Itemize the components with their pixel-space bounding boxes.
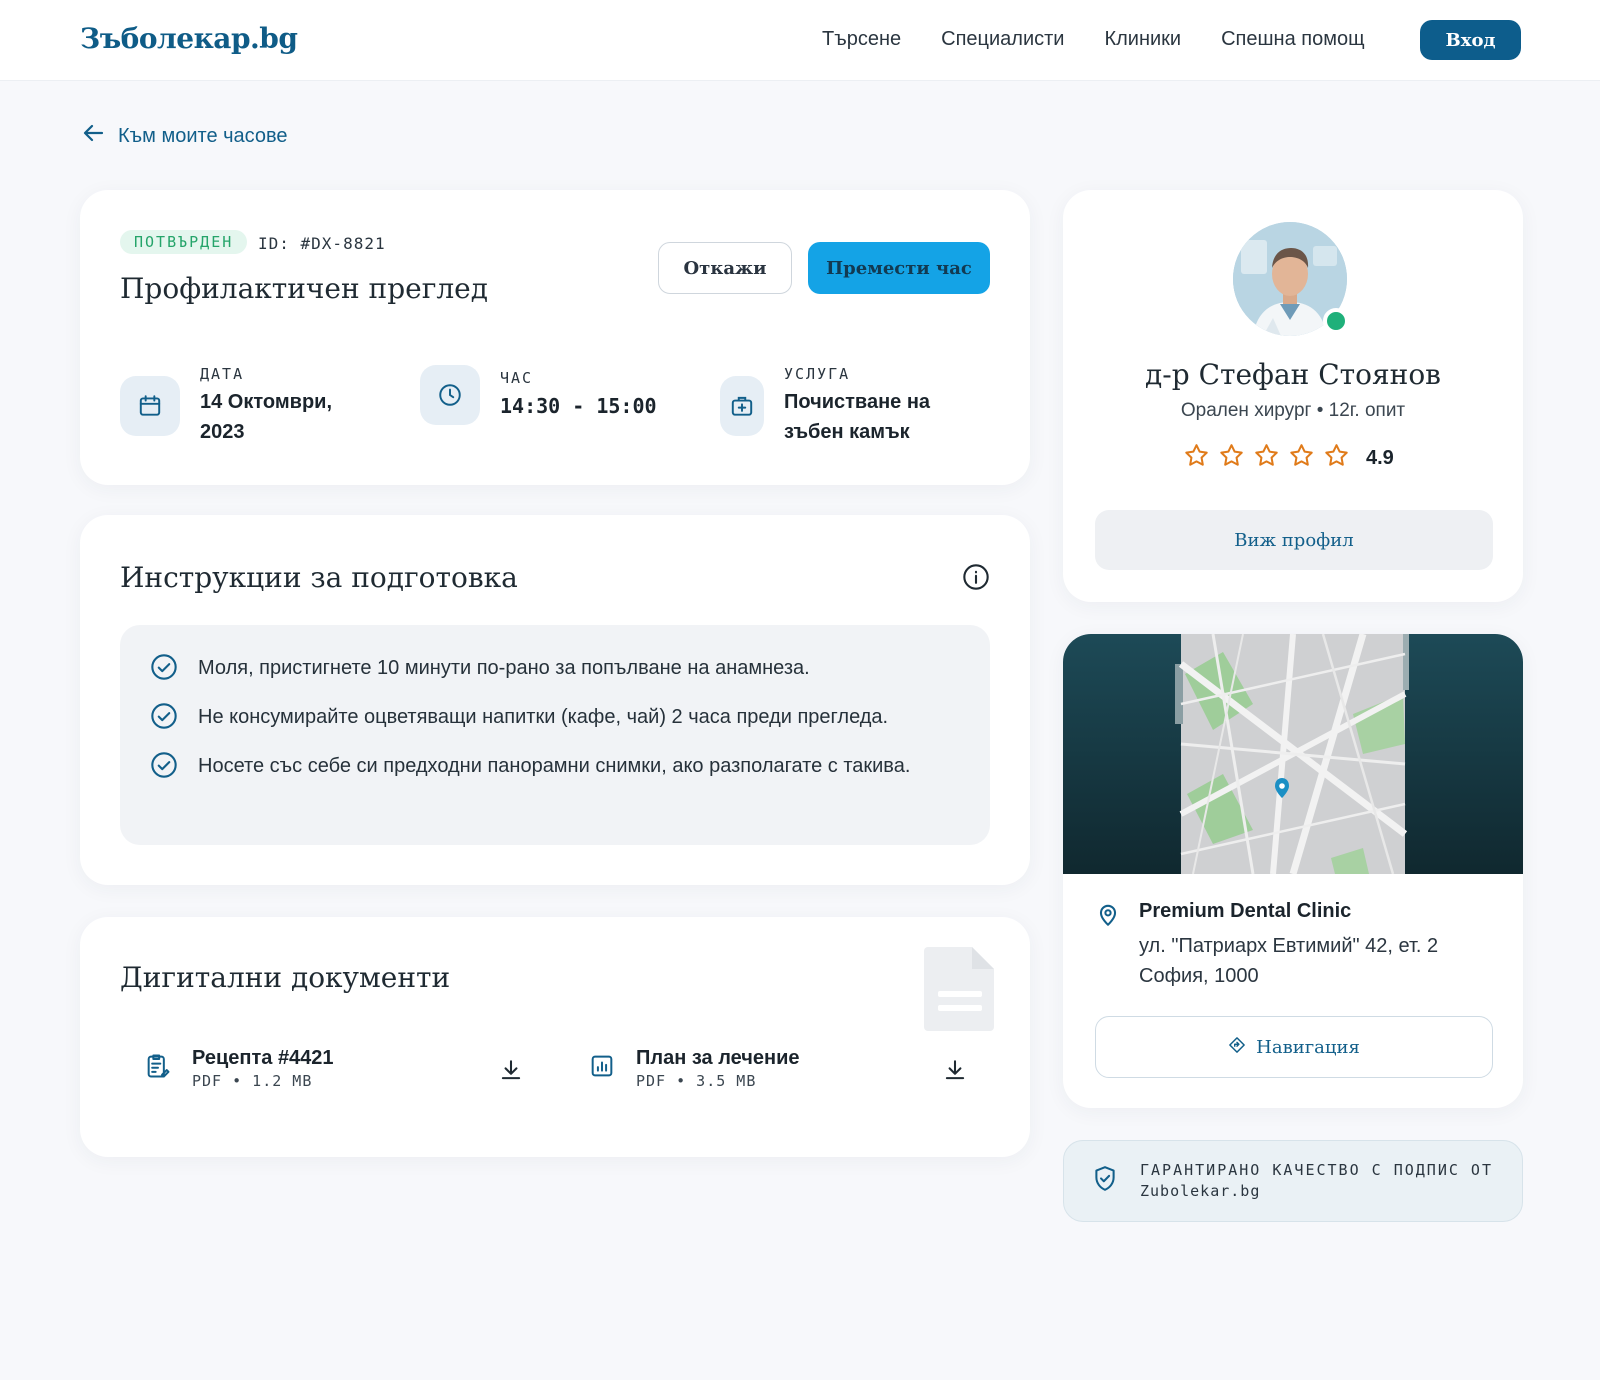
date-detail: ДАТА 14 Октомври, 2023 — [120, 365, 332, 447]
calendar-icon — [120, 376, 180, 436]
clinic-address-block: Premium Dental Clinic ул. "Патриарх Евти… — [1095, 900, 1438, 991]
star-icon — [1323, 442, 1350, 474]
doctor-card: д-р Стефан Стоянов Орален хирург • 12г. … — [1063, 190, 1523, 602]
appointment-id: ID: #DX-8821 — [258, 234, 386, 253]
check-circle-icon — [150, 702, 178, 735]
location-pin-icon — [1095, 902, 1121, 991]
prescription-icon — [144, 1052, 172, 1085]
instructions-title: Инструкции за подготовка — [120, 561, 518, 594]
instruction-text: Моля, пристигнете 10 минути по-рано за п… — [198, 657, 810, 679]
medical-kit-icon — [720, 376, 764, 436]
clock-icon — [420, 365, 480, 425]
nav-clinics[interactable]: Клиники — [1104, 28, 1181, 51]
arrow-left-icon — [82, 121, 106, 151]
clinic-map[interactable] — [1063, 634, 1523, 874]
instructions-list: Моля, пристигнете 10 минути по-рано за п… — [120, 625, 990, 845]
clinic-location-card: Premium Dental Clinic ул. "Патриарх Евти… — [1063, 634, 1523, 1108]
download-icon[interactable] — [498, 1057, 524, 1088]
list-item: Не консумирайте оцветяващи напитки (кафе… — [150, 702, 960, 735]
date-value-line1: 14 Октомври, — [200, 391, 333, 413]
instruction-text: Носете със себе си предходни панорамни с… — [198, 755, 911, 777]
date-label: ДАТА — [200, 365, 245, 383]
document-item-prescription[interactable]: Рецепта #4421 PDF • 1.2 MB — [144, 1047, 334, 1090]
download-icon[interactable] — [942, 1057, 968, 1088]
service-value-line1: Почистване на — [784, 391, 931, 413]
document-name: Рецепта #4421 — [192, 1047, 334, 1069]
instruction-text: Не консумирайте оцветяващи напитки (кафе… — [198, 706, 889, 728]
shield-check-icon — [1092, 1165, 1118, 1198]
check-circle-icon — [150, 751, 178, 784]
rating-value: 4.9 — [1366, 446, 1394, 469]
documents-title: Дигитални документи — [120, 961, 451, 994]
guarantee-line1: ГАРАНТИРАНО КАЧЕСТВО С ПОДПИС ОТ — [1140, 1161, 1493, 1179]
chart-report-icon — [588, 1052, 616, 1085]
quality-guarantee-banner: ГАРАНТИРАНО КАЧЕСТВО С ПОДПИС ОТ Zubolek… — [1063, 1140, 1523, 1222]
clinic-address-line1: ул. "Патриарх Евтимий" 42, ет. 2 — [1139, 935, 1439, 957]
doctor-name: д-р Стефан Стоянов — [1145, 358, 1441, 391]
document-item-treatment-plan[interactable]: План за лечение PDF • 3.5 MB — [588, 1047, 800, 1090]
doctor-avatar-wrap — [1233, 222, 1349, 336]
top-bar: Зъболекар.bg Търсене Специалисти Клиники… — [0, 0, 1600, 81]
guarantee-line2: Zubolekar.bg — [1140, 1182, 1261, 1200]
preparation-instructions-card: Инструкции за подготовка Моля, пристигне… — [80, 515, 1030, 885]
nav-emergency[interactable]: Спешна помощ — [1221, 28, 1364, 51]
star-icon — [1253, 442, 1280, 474]
back-to-appointments-link[interactable]: Към моите часове — [82, 121, 288, 151]
status-badge: ПОТВЪРДЕН — [120, 230, 248, 254]
nav-specialists[interactable]: Специалисти — [941, 28, 1064, 51]
list-item: Моля, пристигнете 10 минути по-рано за п… — [150, 653, 960, 686]
check-circle-icon — [150, 653, 178, 686]
document-name: План за лечение — [636, 1047, 800, 1069]
online-status-indicator — [1323, 308, 1349, 334]
time-label: ЧАС — [500, 369, 534, 387]
date-value-line2: 2023 — [200, 421, 245, 443]
list-item: Носете със себе си предходни панорамни с… — [150, 751, 960, 784]
document-watermark-icon — [922, 943, 998, 1038]
time-value: 14:30 - 15:00 — [500, 394, 657, 418]
appointment-card: ПОТВЪРДЕН ID: #DX-8821 Профилактичен пре… — [80, 190, 1030, 485]
document-meta: PDF • 3.5 MB — [636, 1072, 757, 1090]
service-value-line2: зъбен камък — [784, 421, 910, 443]
clinic-name: Premium Dental Clinic — [1139, 900, 1352, 922]
login-button[interactable]: Вход — [1420, 20, 1521, 60]
service-label: УСЛУГА — [784, 365, 851, 383]
nav-search[interactable]: Търсене — [822, 28, 901, 51]
doctor-specialty: Орален хирург • 12г. опит — [1180, 400, 1406, 421]
main-nav: Търсене Специалисти Клиники Спешна помощ — [822, 28, 1365, 51]
back-link-label: Към моите часове — [118, 124, 288, 147]
document-meta: PDF • 1.2 MB — [192, 1072, 313, 1090]
service-detail: УСЛУГА Почистване на зъбен камък — [720, 365, 930, 447]
directions-icon — [1228, 1036, 1246, 1059]
star-icon — [1288, 442, 1315, 474]
info-icon[interactable] — [962, 563, 990, 596]
cancel-button[interactable]: Откажи — [658, 242, 792, 294]
digital-documents-card: Дигитални документи Рецепта #4421 PDF • … — [80, 917, 1030, 1157]
view-profile-button[interactable]: Виж профил — [1095, 510, 1493, 570]
navigation-label: Навигация — [1256, 1036, 1360, 1058]
navigation-button[interactable]: Навигация — [1095, 1016, 1493, 1078]
time-detail: ЧАС 14:30 - 15:00 — [420, 365, 657, 425]
star-icon — [1183, 442, 1210, 474]
star-icon — [1218, 442, 1245, 474]
doctor-rating: 4.9 — [1183, 442, 1394, 474]
appointment-title: Профилактичен преглед — [120, 272, 488, 305]
reschedule-button[interactable]: Премести час — [808, 242, 990, 294]
clinic-address-line2: София, 1000 — [1139, 965, 1259, 987]
site-logo[interactable]: Зъболекар.bg — [80, 22, 298, 55]
